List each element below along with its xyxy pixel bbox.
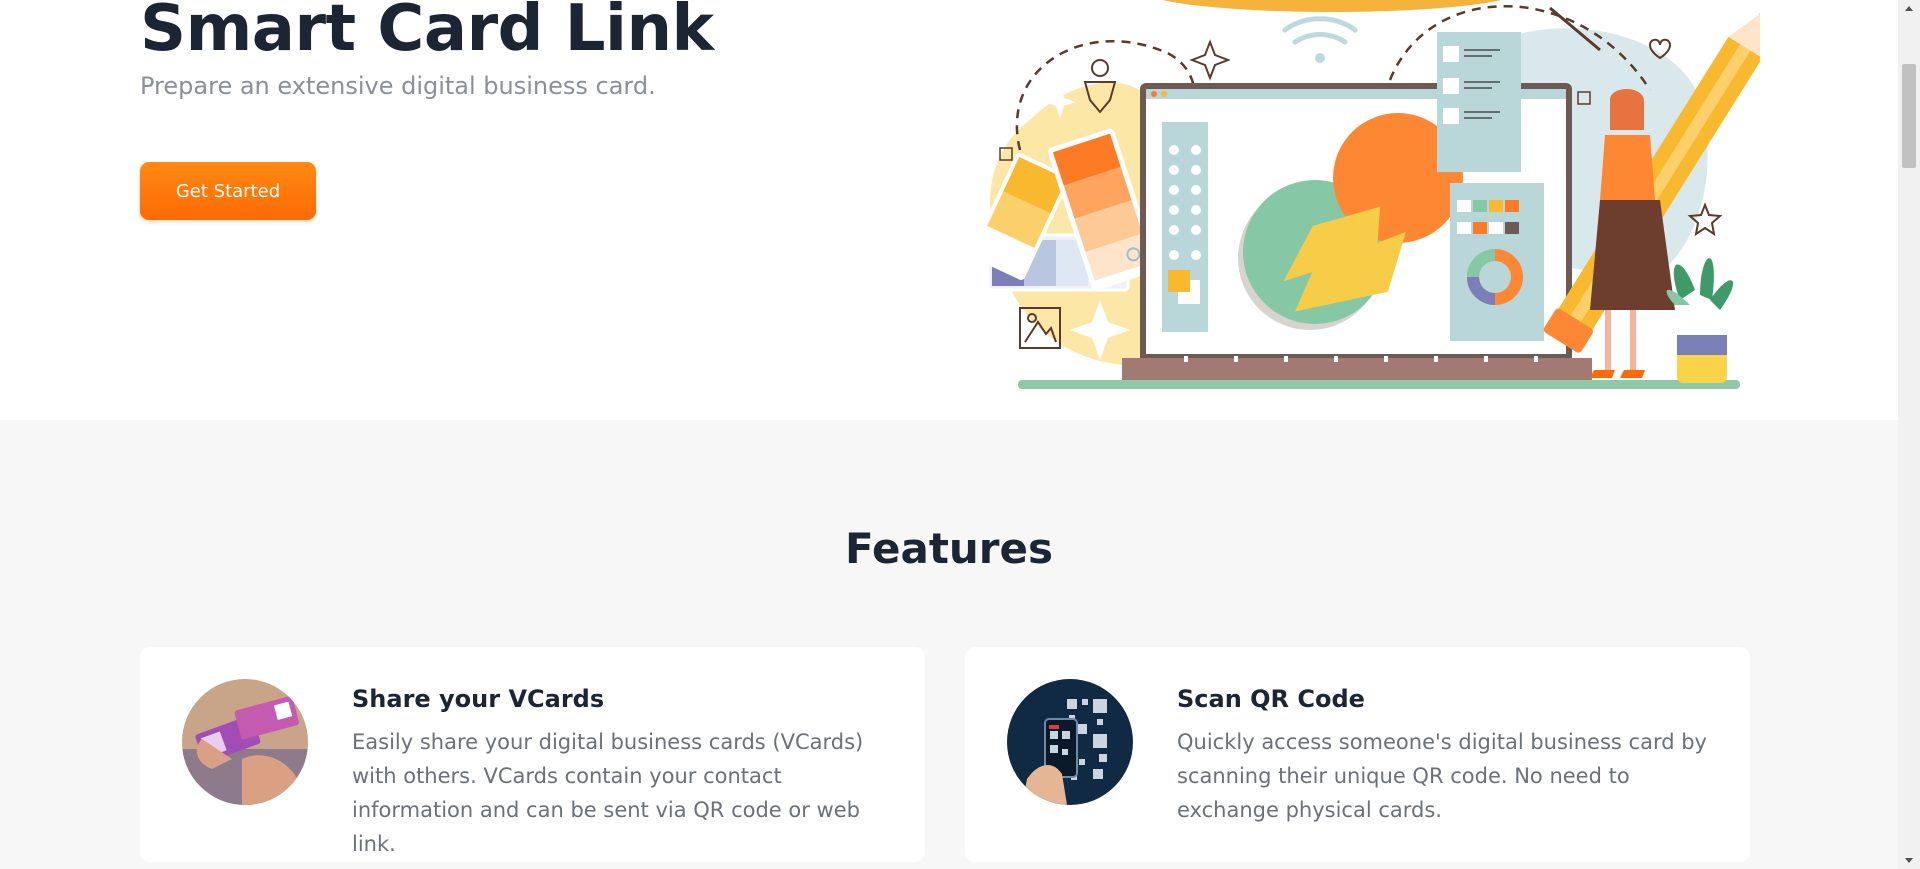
scroll-up-button[interactable] bbox=[1898, 0, 1920, 18]
wifi-dot bbox=[1315, 53, 1325, 63]
potted-plant-icon bbox=[1666, 258, 1734, 383]
card-title: Scan QR Code bbox=[1177, 685, 1365, 713]
tool-panel bbox=[1162, 122, 1208, 332]
wifi-icon bbox=[1282, 16, 1358, 45]
feature-card-share-vcards: Share your VCards Easily share your digi… bbox=[140, 647, 925, 862]
sparkle-icon bbox=[1189, 39, 1231, 81]
page: Smart Card Link Prepare an extensive dig… bbox=[0, 0, 1898, 869]
scan-qr-image bbox=[1007, 679, 1133, 805]
card-title: Share your VCards bbox=[352, 685, 605, 713]
chevron-down-icon bbox=[1905, 858, 1913, 863]
features-heading: Features bbox=[845, 524, 1053, 573]
scroll-down-button[interactable] bbox=[1898, 851, 1920, 869]
get-started-button[interactable]: Get Started bbox=[140, 162, 316, 220]
share-vcards-image bbox=[182, 679, 308, 805]
feature-card-scan-qr: Scan QR Code Quickly access someone's di… bbox=[965, 647, 1750, 862]
features-section: Features Share your VCards Easily share … bbox=[0, 420, 1898, 869]
hero-subtitle: Prepare an extensive digital business ca… bbox=[140, 72, 656, 100]
palette-panel bbox=[1450, 183, 1544, 341]
list-panel bbox=[1437, 32, 1521, 172]
card-description: Easily share your digital business cards… bbox=[352, 730, 864, 856]
scrollbar-thumb[interactable] bbox=[1902, 64, 1916, 168]
chevron-up-icon bbox=[1905, 6, 1913, 11]
card-description: Quickly access someone's digital busines… bbox=[1177, 730, 1707, 822]
hero-section: Smart Card Link Prepare an extensive dig… bbox=[0, 0, 1898, 420]
hero-illustration bbox=[970, 0, 1760, 389]
vertical-scrollbar[interactable] bbox=[1898, 0, 1920, 869]
hero-title: Smart Card Link bbox=[140, 0, 714, 66]
orange-arc-shape bbox=[1162, 0, 1502, 12]
